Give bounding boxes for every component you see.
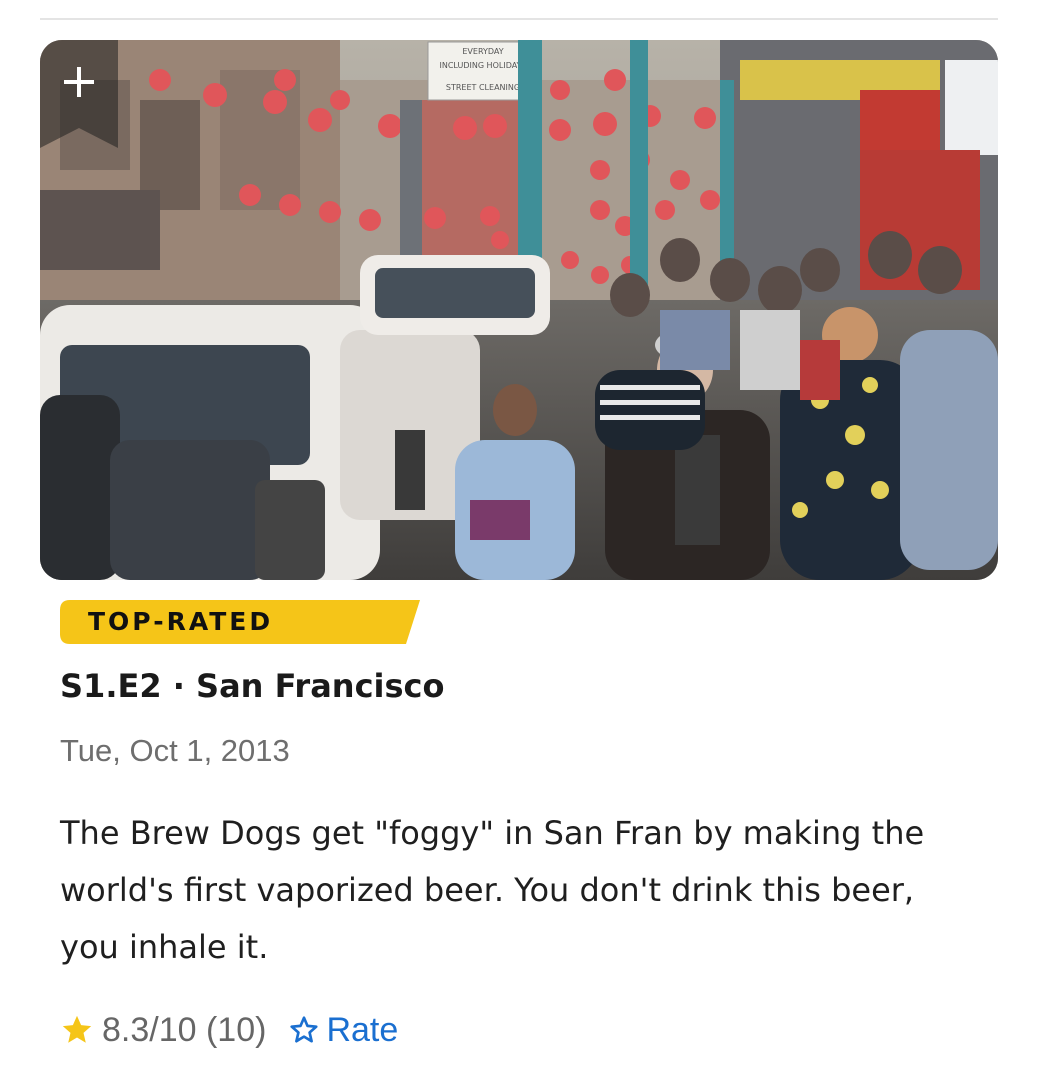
divider bbox=[40, 18, 998, 20]
badge-label: TOP-RATED bbox=[88, 607, 274, 636]
episode-title: S1.E2 · San Francisco bbox=[60, 667, 445, 705]
rating-row: 8.3/10 (10) Rate bbox=[60, 1008, 398, 1052]
episode-plot: The Brew Dogs get "foggy" in San Fran by… bbox=[60, 814, 925, 966]
add-to-watchlist-button[interactable] bbox=[40, 40, 118, 148]
rate-label: Rate bbox=[326, 1010, 399, 1049]
street-scene-image: EVERYDAY INCLUDING HOLIDAYS STREET CLEAN… bbox=[40, 40, 998, 580]
sign-line-3: STREET CLEANING bbox=[446, 83, 520, 92]
episode-page: EVERYDAY INCLUDING HOLIDAYS STREET CLEAN… bbox=[0, 0, 1038, 1080]
rate-button[interactable]: Rate bbox=[288, 1011, 398, 1050]
air-date: Tue, Oct 1, 2013 bbox=[60, 733, 290, 768]
star-outline-icon bbox=[290, 1016, 319, 1043]
top-rated-badge: TOP-RATED bbox=[60, 600, 420, 644]
star-filled-icon bbox=[62, 1015, 92, 1043]
episode-thumbnail[interactable]: EVERYDAY INCLUDING HOLIDAYS STREET CLEAN… bbox=[40, 40, 998, 580]
rating-value: 8.3/10 (10) bbox=[102, 1010, 267, 1049]
episode-card[interactable]: EVERYDAY INCLUDING HOLIDAYS STREET CLEAN… bbox=[40, 40, 998, 1080]
plus-icon bbox=[64, 67, 94, 97]
sign-line-2: INCLUDING HOLIDAYS bbox=[439, 61, 526, 70]
sign-line-1: EVERYDAY bbox=[462, 47, 503, 56]
